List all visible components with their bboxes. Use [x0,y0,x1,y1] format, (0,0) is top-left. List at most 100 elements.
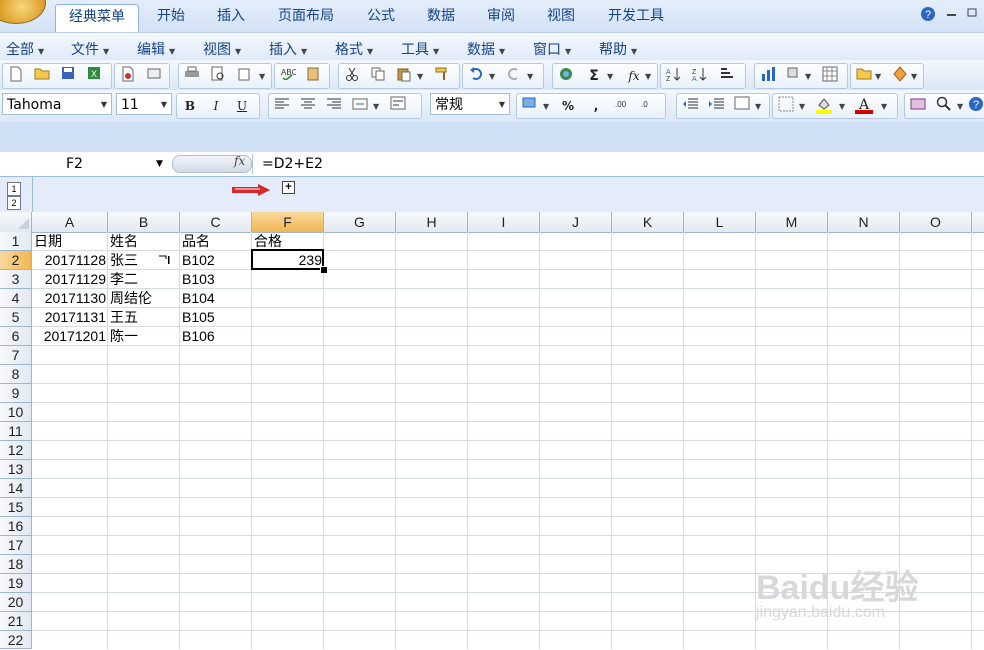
restore-icon[interactable] [966,6,978,22]
sort-ascending-icon[interactable]: AZ [663,65,685,87]
chevron-down-icon[interactable]: ▼ [527,72,533,81]
row-header-3[interactable]: 3 [0,270,32,289]
chevron-down-icon[interactable]: ▼ [881,102,887,111]
tab-review[interactable]: 审阅 [476,4,526,32]
row-header-5[interactable]: 5 [0,308,32,327]
sort-descending-icon[interactable]: ZA [689,65,711,87]
tab-view[interactable]: 视图 [536,4,586,32]
menu-data[interactable]: 数据 ▼ [467,39,505,59]
row-header-2[interactable]: 2 [0,251,32,270]
tab-insert[interactable]: 插入 [206,4,256,32]
tab-page-layout[interactable]: 页面布局 [266,4,346,32]
cut-icon[interactable] [341,65,363,87]
paste-icon[interactable] [393,65,415,87]
print-preview-icon[interactable] [207,65,229,87]
chevron-down-icon[interactable]: ▼ [489,72,495,81]
cell-a3[interactable]: 20171129 [32,270,108,289]
menu-format[interactable]: 格式 ▼ [335,39,373,59]
chevron-down-icon[interactable]: ▼ [805,72,811,81]
formula-input[interactable]: =D2+E2 [262,154,323,174]
chevron-down-icon[interactable]: ▼ [607,72,613,81]
cell-a1[interactable]: 日期 [32,232,108,251]
align-center-icon[interactable] [297,95,319,117]
row-header-9[interactable]: 9 [0,384,32,403]
row-header-4[interactable]: 4 [0,289,32,308]
cell-style-icon[interactable] [731,95,753,117]
cell-b5[interactable]: 王五 [108,308,180,327]
cell-c4[interactable]: B104 [180,289,252,308]
percent-button[interactable]: % [557,95,579,117]
help-icon[interactable]: ? [965,95,984,117]
row-header-21[interactable]: 21 [0,612,32,631]
outline-expand-button[interactable]: + [282,181,295,194]
pdf-icon[interactable] [117,65,139,87]
row-header-22[interactable]: 22 [0,631,32,649]
row-header-19[interactable]: 19 [0,574,32,593]
menu-view[interactable]: 视图 ▼ [203,39,241,59]
menu-help[interactable]: 帮助 ▼ [599,39,637,59]
italic-button[interactable]: I [205,95,227,117]
chevron-down-icon[interactable]: ▼ [543,102,549,111]
cell-a4[interactable]: 20171130 [32,289,108,308]
row-header-12[interactable]: 12 [0,441,32,460]
cell-c1[interactable]: 品名 [180,232,252,251]
chevron-down-icon[interactable]: ▼ [755,102,761,111]
save-icon[interactable] [57,65,79,87]
wrap-text-icon[interactable] [387,95,409,117]
row-header-17[interactable]: 17 [0,536,32,555]
number-format-select[interactable]: 常规 ▼ [430,93,510,115]
column-header-h[interactable]: H [396,212,468,232]
chart-icon[interactable] [757,65,779,87]
fill-handle[interactable] [320,266,328,274]
font-name-select[interactable]: Tahoma ▼ [2,93,112,115]
name-box[interactable]: F2 ▼ [0,154,170,174]
tab-home[interactable]: 开始 [146,4,196,32]
chevron-down-icon[interactable]: ▼ [957,102,963,111]
borders-icon[interactable] [775,95,797,117]
excel-icon[interactable]: X [83,65,105,87]
column-header-o[interactable]: O [900,212,972,232]
cell-a6[interactable]: 20171201 [32,327,108,346]
cell-b3[interactable]: 李二 [108,270,180,289]
menu-edit[interactable]: 编辑 ▼ [137,39,175,59]
chevron-down-icon[interactable]: ▼ [911,72,917,81]
row-header-20[interactable]: 20 [0,593,32,612]
row-header-11[interactable]: 11 [0,422,32,441]
font-color-icon[interactable]: A [853,94,875,116]
column-header-f[interactable]: F [252,212,324,232]
insert-function-icon[interactable]: fx [623,65,645,87]
cell-b4[interactable]: 周结伦 [108,289,180,308]
copy-icon[interactable] [367,65,389,87]
research-icon[interactable] [303,65,325,87]
menu-insert[interactable]: 插入 ▼ [269,39,307,59]
hyperlink-icon[interactable] [555,65,577,87]
show-hide-icon[interactable] [907,95,929,117]
find-icon[interactable] [933,95,955,117]
column-header-b[interactable]: B [108,212,180,232]
increase-indent-icon[interactable] [705,95,727,117]
row-header-8[interactable]: 8 [0,365,32,384]
outline-level-1-button[interactable]: 1 [7,182,21,196]
chevron-down-icon[interactable]: ▼ [875,72,881,81]
chevron-down-icon[interactable]: ▼ [156,154,163,174]
help-icon[interactable]: ? [920,6,936,26]
macro-icon[interactable] [889,65,911,87]
decrease-decimal-icon[interactable]: .0 [639,95,661,117]
chevron-down-icon[interactable]: ▼ [417,72,423,81]
column-header-j[interactable]: J [540,212,612,232]
cell-c2[interactable]: B102 [180,251,252,270]
font-size-select[interactable]: 11 ▼ [116,93,172,115]
menu-window[interactable]: 窗口 ▼ [533,39,571,59]
menu-tools[interactable]: 工具 ▼ [401,39,439,59]
row-header-18[interactable]: 18 [0,555,32,574]
row-header-7[interactable]: 7 [0,346,32,365]
drawing-icon[interactable] [783,65,805,87]
merge-center-icon[interactable] [349,95,371,117]
row-header-1[interactable]: 1 [0,232,32,251]
chevron-down-icon[interactable]: ▼ [799,102,805,111]
align-right-icon[interactable] [323,95,345,117]
column-header-i[interactable]: I [468,212,540,232]
open-folder-icon[interactable] [31,65,53,87]
bold-button[interactable]: B [179,95,201,117]
align-left-icon[interactable] [271,95,293,117]
